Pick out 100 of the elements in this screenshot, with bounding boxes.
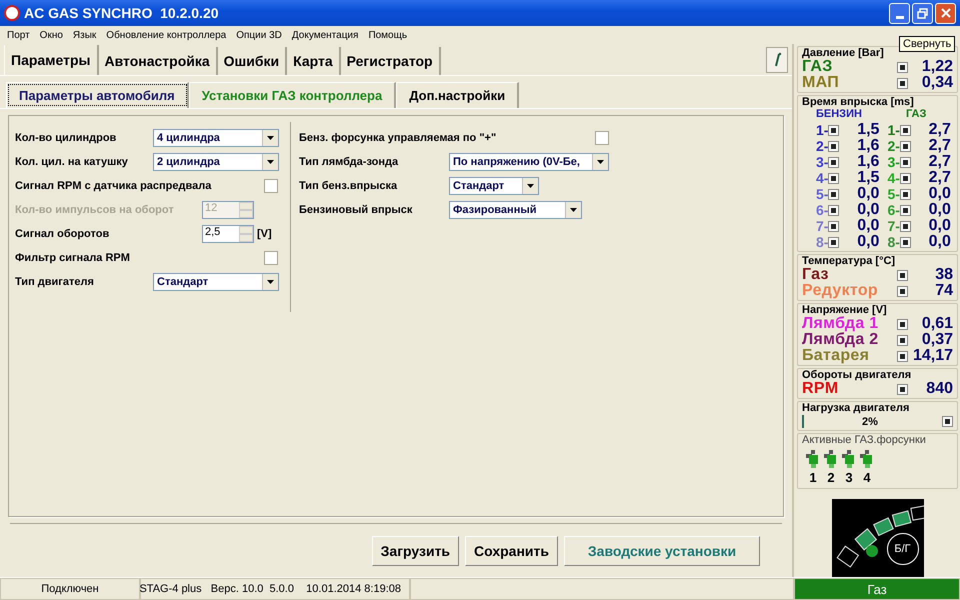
injection-value: 0,0 <box>856 185 880 202</box>
info-icon <box>772 52 782 68</box>
reading-value: 0,37 <box>920 331 953 349</box>
group-title: Время впрыска [ms] <box>802 96 915 108</box>
settings-tab[interactable]: Параметры автомобиля <box>6 82 189 108</box>
cylinder-label: 1- <box>816 122 828 138</box>
cylinder-label: 4- <box>816 170 828 186</box>
reading-value: 840 <box>925 380 953 398</box>
injection-value: 0,0 <box>856 217 880 234</box>
checkbox[interactable] <box>900 140 911 152</box>
dropdown[interactable]: Стандарт <box>153 273 279 291</box>
checkbox[interactable] <box>828 188 840 200</box>
checkbox[interactable] <box>897 270 908 280</box>
settings-tab[interactable]: Доп.настройки <box>396 82 520 108</box>
minimize-icon <box>896 16 904 18</box>
petrol-header: БЕНЗИН <box>816 108 863 122</box>
checkbox[interactable] <box>897 62 908 72</box>
checkbox[interactable] <box>828 156 840 168</box>
menu-item[interactable]: Опции 3D <box>231 30 287 40</box>
load-reading: 2% <box>862 416 879 428</box>
reading-label: Батарея <box>802 347 870 365</box>
checkbox[interactable] <box>900 236 911 248</box>
injector-number: 2 <box>827 470 835 485</box>
menu-item[interactable]: Порт <box>2 30 35 40</box>
spin-field[interactable]: 2,5 <box>202 225 254 243</box>
checkbox[interactable] <box>897 384 908 394</box>
cylinder-label: 6- <box>887 202 900 218</box>
dropdown[interactable]: Фазированный <box>449 201 582 219</box>
checkbox[interactable] <box>828 236 840 248</box>
cylinder-label: 4- <box>887 170 900 186</box>
close-button[interactable] <box>935 2 956 24</box>
checkbox[interactable] <box>900 188 911 200</box>
dropdown[interactable]: Стандарт <box>449 177 539 195</box>
checkbox[interactable] <box>900 172 911 184</box>
checkbox[interactable] <box>828 220 840 232</box>
minimize-button[interactable] <box>889 2 910 24</box>
group-title: Активные ГАЗ.форсунки <box>802 434 927 446</box>
dropdown[interactable]: По напряжению (0V-Бе, <box>449 153 609 171</box>
dropdown[interactable]: 4 цилиндра <box>153 129 279 147</box>
reading-label: Лямбда 2 <box>802 331 880 349</box>
injection-value: 1,6 <box>856 153 880 171</box>
dropdown-arrow-icon <box>597 160 604 164</box>
checkbox[interactable] <box>897 286 908 296</box>
setting-label: Кол. цил. на катушку <box>15 156 129 168</box>
save-button[interactable]: Сохранить <box>465 536 558 566</box>
menu-item[interactable]: Помощь <box>363 30 412 40</box>
cylinder-label: 7- <box>887 218 900 234</box>
checkbox[interactable] <box>900 220 911 232</box>
injector-number: 1 <box>809 470 817 485</box>
menu-item[interactable]: Документация <box>286 30 364 40</box>
checkbox[interactable] <box>595 131 609 145</box>
setting-label: Бенз. форсунка управляемая по "+" <box>299 132 496 144</box>
window-title: AC GAS SYNCHRO 10.2.0.20 <box>24 5 219 21</box>
connection-status: Подключен <box>0 578 140 600</box>
injection-value: 2,7 <box>928 121 951 138</box>
cylinder-label: 6- <box>816 202 828 218</box>
checkbox[interactable] <box>828 204 840 216</box>
factory-settings-button[interactable]: Заводские установки <box>564 536 760 566</box>
checkbox[interactable] <box>828 140 840 152</box>
cylinder-label: 1- <box>887 122 900 138</box>
info-button[interactable] <box>766 47 788 73</box>
main-tab[interactable]: Параметры <box>4 45 99 75</box>
checkbox[interactable] <box>900 156 911 168</box>
checkbox[interactable] <box>897 318 908 330</box>
dropdown-arrow-icon <box>570 208 577 212</box>
checkbox[interactable] <box>264 251 278 265</box>
cylinder-label: 8- <box>816 234 828 250</box>
reading-label: RPM <box>802 380 838 398</box>
group-title: Температура [°C] <box>802 255 896 267</box>
checkbox[interactable] <box>900 124 911 136</box>
injection-value: 1,5 <box>856 121 880 138</box>
checkbox[interactable] <box>897 350 908 362</box>
cylinder-label: 2- <box>887 138 900 154</box>
device-info: STAG-4 plus Верс. 10.0 5.0.0 10.01.2014 8:19:08 <box>140 578 410 600</box>
checkbox[interactable] <box>900 204 911 216</box>
reading-value: 38 <box>934 266 953 284</box>
reading-label: Редуктор <box>802 282 880 300</box>
dropdown-arrow-icon <box>267 136 274 140</box>
app-logo-icon <box>4 5 20 21</box>
menu-item[interactable]: Окно <box>34 30 68 40</box>
fuel-switch-gauge[interactable]: Б/Г <box>832 499 924 577</box>
checkbox[interactable] <box>828 124 840 136</box>
injection-value: 0,0 <box>928 185 951 202</box>
menu-item[interactable]: Язык <box>68 30 102 40</box>
load-button[interactable]: Загрузить <box>372 536 460 566</box>
maximize-button[interactable] <box>912 2 933 24</box>
cylinder-label: 8- <box>887 234 900 250</box>
checkbox[interactable] <box>264 179 278 193</box>
injector-number: 4 <box>863 470 871 485</box>
injection-value: 2,7 <box>928 137 951 154</box>
checkbox[interactable] <box>897 334 908 346</box>
checkbox[interactable] <box>942 416 953 427</box>
dropdown-arrow-icon <box>267 160 274 164</box>
checkbox[interactable] <box>897 78 908 88</box>
settings-tab[interactable]: Установки ГАЗ контроллера <box>188 82 396 108</box>
injection-value: 0,0 <box>928 233 951 251</box>
unit-label: [V] <box>257 228 272 240</box>
menu-item[interactable]: Обновление контроллера <box>101 30 232 40</box>
dropdown[interactable]: 2 цилиндра <box>153 153 279 171</box>
checkbox[interactable] <box>828 172 840 184</box>
